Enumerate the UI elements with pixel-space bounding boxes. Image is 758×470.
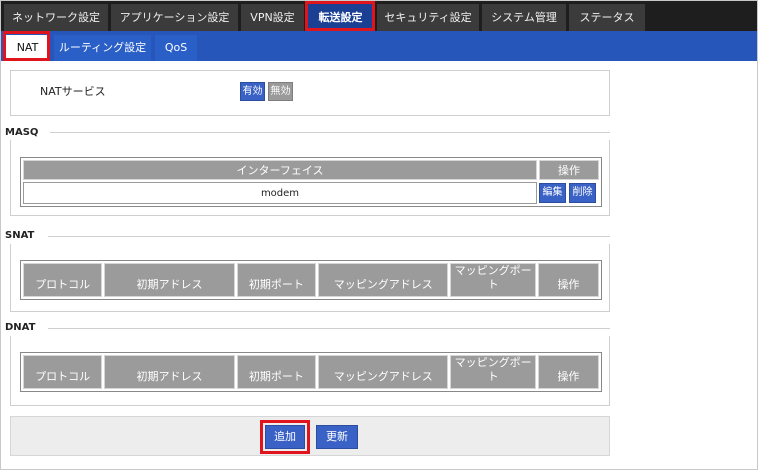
sub-navigation: NAT ルーティング設定 QoS (1, 31, 757, 61)
delete-button[interactable]: 削除 (569, 183, 596, 203)
masq-section-title: MASQ (5, 127, 39, 138)
nat-service-label: NATサービス (40, 85, 106, 98)
snat-header-protocol: プロトコル (23, 263, 103, 297)
table-row: modem 編集 削除 (23, 182, 599, 204)
dnat-header-action: 操作 (537, 355, 599, 389)
tab-application-settings[interactable]: アプリケーション設定 (111, 4, 238, 31)
tab-forwarding-settings[interactable]: 転送設定 (307, 4, 374, 31)
snat-header-initial-port: 初期ポート (236, 263, 317, 297)
add-button[interactable]: 追加 (265, 425, 305, 449)
snat-section-title: SNAT (5, 230, 35, 241)
subtab-qos[interactable]: QoS (155, 35, 197, 61)
dnat-divider (48, 328, 610, 329)
tab-system-management[interactable]: システム管理 (482, 4, 566, 31)
masq-header-interface: インターフェイス (23, 160, 537, 180)
masq-divider (50, 132, 610, 133)
dnat-header-mapping-address: マッピングアドレス (318, 355, 449, 389)
tab-status[interactable]: ステータス (569, 4, 645, 31)
snat-header-action: 操作 (537, 263, 599, 297)
tab-network-settings[interactable]: ネットワーク設定 (4, 4, 108, 31)
snat-table: プロトコル 初期アドレス 初期ポート マッピングアドレス マッピングポート 操作 (20, 260, 602, 300)
enable-button[interactable]: 有効 (240, 82, 265, 101)
tab-security-settings[interactable]: セキュリティ設定 (377, 4, 479, 31)
masq-action-cell: 編集 削除 (539, 182, 599, 204)
dnat-header-initial-port: 初期ポート (236, 355, 317, 389)
subtab-routing-settings[interactable]: ルーティング設定 (54, 35, 151, 61)
update-button[interactable]: 更新 (316, 425, 358, 449)
masq-table: インターフェイス 操作 modem 編集 削除 (20, 157, 602, 207)
disable-button[interactable]: 無効 (268, 82, 293, 101)
top-navigation: ネットワーク設定 アプリケーション設定 VPN設定 転送設定 セキュリティ設定 … (1, 1, 757, 31)
masq-interface-cell: modem (23, 182, 537, 204)
subtab-nat[interactable]: NAT (5, 35, 50, 61)
snat-divider (48, 236, 610, 237)
dnat-header-protocol: プロトコル (23, 355, 103, 389)
dnat-section-title: DNAT (5, 322, 36, 333)
masq-header-action: 操作 (539, 160, 599, 180)
action-footer (10, 416, 610, 456)
snat-header-mapping-address: マッピングアドレス (318, 263, 449, 297)
dnat-header-mapping-port: マッピングポート (450, 355, 536, 389)
dnat-header-initial-address: 初期アドレス (104, 355, 235, 389)
dnat-table: プロトコル 初期アドレス 初期ポート マッピングアドレス マッピングポート 操作 (20, 352, 602, 392)
edit-button[interactable]: 編集 (539, 183, 566, 203)
tab-vpn-settings[interactable]: VPN設定 (241, 4, 304, 31)
snat-header-mapping-port: マッピングポート (450, 263, 536, 297)
snat-header-initial-address: 初期アドレス (104, 263, 235, 297)
